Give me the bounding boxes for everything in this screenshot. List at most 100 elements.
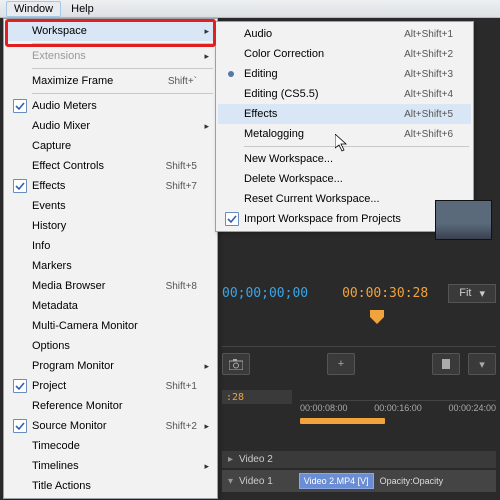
timeline-tracks: ▸Video 2 ▾Video 1 Video 2.MP4 [V] Opacit…: [222, 449, 496, 492]
mi-shortcut: Alt+Shift+6: [404, 129, 453, 140]
mi-shortcut: Shift+`: [168, 76, 197, 87]
mi-shortcut: Alt+Shift+3: [404, 69, 453, 80]
video-clip[interactable]: Video 2.MP4 [V]: [299, 473, 374, 489]
mi-project[interactable]: ProjectShift+1: [6, 376, 215, 396]
submenu-arrow-icon: ▸: [204, 421, 209, 432]
mi-label: Reference Monitor: [32, 400, 197, 412]
track-video-1[interactable]: ▾Video 1 Video 2.MP4 [V] Opacity:Opacity: [222, 470, 496, 492]
mi-label: Audio Mixer: [32, 120, 197, 132]
ws-color-correction[interactable]: Color CorrectionAlt+Shift+2: [218, 44, 471, 64]
ws-effects[interactable]: EffectsAlt+Shift+5: [218, 104, 471, 124]
mark-in-icon[interactable]: [432, 353, 460, 375]
mi-reference-monitor[interactable]: Reference Monitor: [6, 396, 215, 416]
submenu-arrow-icon: ▸: [204, 461, 209, 472]
mi-options[interactable]: Options: [6, 336, 215, 356]
collapse-icon[interactable]: ▸: [228, 454, 233, 465]
mi-workspace[interactable]: Workspace▸: [6, 21, 215, 41]
collapse-icon[interactable]: ▾: [228, 476, 233, 487]
ws-editing-cs55[interactable]: Editing (CS5.5)Alt+Shift+4: [218, 84, 471, 104]
ruler-tick: 00:00:08:00: [300, 403, 348, 419]
mi-label: Source Monitor: [32, 420, 154, 432]
mi-timecode[interactable]: Timecode: [6, 436, 215, 456]
mi-timelines[interactable]: Timelines ▸: [6, 456, 215, 476]
ws-metalogging[interactable]: Metalogging Alt+Shift+6: [218, 124, 471, 144]
add-marker-icon[interactable]: +: [327, 353, 355, 375]
mark-out-icon[interactable]: ▾: [468, 353, 496, 375]
mi-label: Events: [32, 200, 197, 212]
submenu-arrow-icon: ▸: [204, 51, 209, 62]
mi-audio-meters[interactable]: Audio Meters: [6, 96, 215, 116]
mi-label: Metalogging: [244, 128, 392, 140]
window-menu-dropdown: Workspace▸ Extensions▸ Maximize FrameShi…: [3, 18, 218, 499]
timeline-ruler[interactable]: 00:00:08:00 00:00:16:00 00:00:24:00: [300, 400, 496, 419]
mi-metadata[interactable]: Metadata: [6, 296, 215, 316]
mi-label: Extensions: [32, 50, 197, 62]
mi-program-monitor[interactable]: Program Monitor▸: [6, 356, 215, 376]
ws-editing[interactable]: EditingAlt+Shift+3: [218, 64, 471, 84]
menu-help[interactable]: Help: [63, 1, 102, 17]
timecode-in[interactable]: 00;00;00;00: [222, 286, 308, 301]
clip-name: Video 2.MP4 [V]: [304, 476, 369, 486]
checkmark-icon: [13, 379, 27, 393]
separator: [244, 146, 469, 147]
mi-label: Effects: [32, 180, 154, 192]
mi-info[interactable]: Info: [6, 236, 215, 256]
fit-label: Fit: [459, 287, 471, 299]
ws-new[interactable]: New Workspace...: [218, 149, 471, 169]
mi-label: Media Browser: [32, 280, 154, 292]
ruler-tick: 00:00:16:00: [374, 403, 422, 419]
mi-label: History: [32, 220, 197, 232]
mi-media-browser[interactable]: Media BrowserShift+8: [6, 276, 215, 296]
mi-label: Effect Controls: [32, 160, 154, 172]
mi-maximize-frame[interactable]: Maximize Frame Shift+`: [6, 71, 215, 91]
transport-controls: + ▾: [222, 346, 496, 377]
mi-label: Import Workspace from Projects: [244, 213, 453, 225]
camera-icon[interactable]: [222, 353, 250, 375]
mi-shortcut: Alt+Shift+4: [404, 89, 453, 100]
timecode-out[interactable]: 00:00:30:28: [342, 286, 428, 301]
ws-import[interactable]: Import Workspace from Projects: [218, 209, 471, 229]
timecode-bar: 00;00;00;00 00:00:30:28 Fit ▾: [222, 278, 496, 308]
mi-shortcut: Shift+1: [166, 381, 197, 392]
work-area-bar[interactable]: [300, 418, 385, 424]
checkmark-icon: [225, 212, 239, 226]
preview-thumbnail: [435, 200, 492, 240]
mi-label: Timelines: [32, 460, 197, 472]
submenu-arrow-icon: ▸: [204, 361, 209, 372]
mi-label: Title Actions: [32, 480, 197, 492]
timecode-label: :28: [222, 392, 248, 403]
track-video-2[interactable]: ▸Video 2: [222, 451, 496, 468]
mi-label: Reset Current Workspace...: [244, 193, 453, 205]
mi-label: Delete Workspace...: [244, 173, 453, 185]
ruler-tick: 00:00:24:00: [448, 403, 496, 419]
ws-delete[interactable]: Delete Workspace...: [218, 169, 471, 189]
mi-label: Workspace: [32, 25, 197, 37]
mi-label: Options: [32, 340, 197, 352]
sequence-timecode[interactable]: :28: [222, 390, 292, 404]
chevron-down-icon: ▾: [479, 287, 485, 300]
zoom-fit-dropdown[interactable]: Fit ▾: [448, 284, 496, 303]
mi-label: Maximize Frame: [32, 75, 156, 87]
mi-source-monitor[interactable]: Source MonitorShift+2▸: [6, 416, 215, 436]
mi-label: Metadata: [32, 300, 197, 312]
mi-label: Capture: [32, 140, 197, 152]
separator: [32, 68, 213, 69]
mi-capture[interactable]: Capture: [6, 136, 215, 156]
checkmark-icon: [13, 179, 27, 193]
mi-extensions: Extensions ▸: [6, 46, 215, 66]
mi-multicam[interactable]: Multi-Camera Monitor: [6, 316, 215, 336]
mi-audio-mixer[interactable]: Audio Mixer▸: [6, 116, 215, 136]
mi-history[interactable]: History: [6, 216, 215, 236]
mi-events[interactable]: Events: [6, 196, 215, 216]
checkmark-icon: [13, 99, 27, 113]
mi-effects[interactable]: EffectsShift+7: [6, 176, 215, 196]
mi-effect-controls[interactable]: Effect ControlsShift+5: [6, 156, 215, 176]
mi-markers[interactable]: Markers: [6, 256, 215, 276]
mi-title-actions[interactable]: Title Actions: [6, 476, 215, 496]
mi-label: Audio Meters: [32, 100, 197, 112]
ws-audio[interactable]: AudioAlt+Shift+1: [218, 24, 471, 44]
playhead-marker-icon[interactable]: [370, 310, 384, 324]
mi-shortcut: Alt+Shift+2: [404, 49, 453, 60]
ws-reset[interactable]: Reset Current Workspace...: [218, 189, 471, 209]
menu-window[interactable]: Window: [6, 1, 61, 17]
